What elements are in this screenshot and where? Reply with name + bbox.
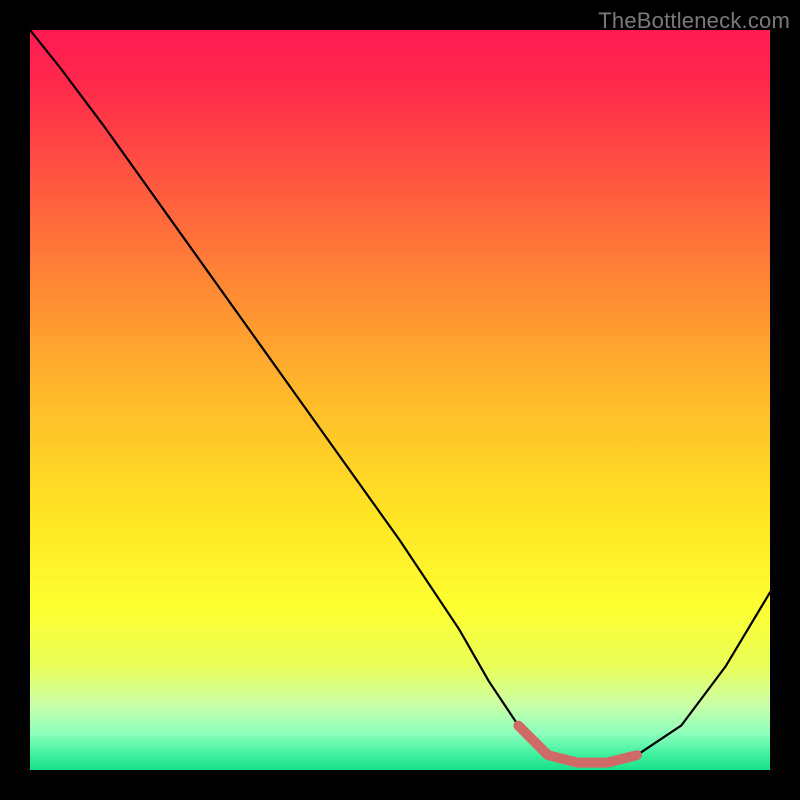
chart-svg xyxy=(30,30,770,770)
watermark-text: TheBottleneck.com xyxy=(598,8,790,34)
chart-plot-area xyxy=(30,30,770,770)
chart-background xyxy=(30,30,770,770)
